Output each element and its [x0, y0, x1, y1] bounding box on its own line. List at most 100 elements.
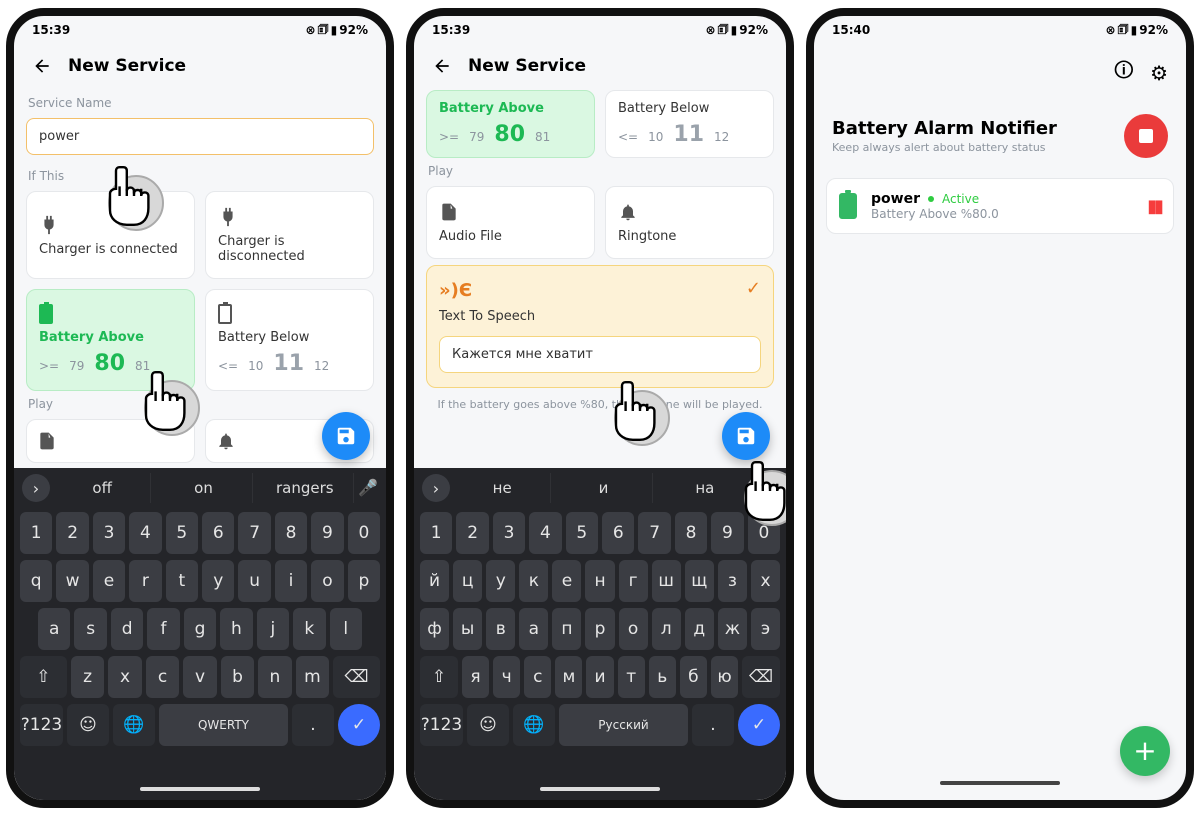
key-п[interactable]: п	[552, 608, 581, 650]
key-y[interactable]: y	[202, 560, 234, 602]
back-icon[interactable]	[432, 56, 452, 76]
key-щ[interactable]: щ	[685, 560, 714, 602]
key-ш[interactable]: ш	[652, 560, 681, 602]
tts-text-input[interactable]	[439, 336, 761, 373]
key-backspace[interactable]: ⌫	[333, 656, 380, 698]
key-period[interactable]: .	[692, 704, 734, 746]
key-у[interactable]: у	[486, 560, 515, 602]
key-1[interactable]: 1	[420, 512, 452, 554]
key-space[interactable]: QWERTY	[159, 704, 288, 746]
key-ы[interactable]: ы	[453, 608, 482, 650]
suggestion[interactable]: off	[54, 473, 151, 503]
key-space[interactable]: Русский	[559, 704, 688, 746]
suggestion[interactable]: на	[657, 473, 754, 503]
key-9[interactable]: 9	[711, 512, 743, 554]
key-backspace[interactable]: ⌫	[742, 656, 780, 698]
key-symbols[interactable]: ?123	[420, 704, 463, 746]
key-globe[interactable]: 🌐	[113, 704, 155, 746]
key-ц[interactable]: ц	[453, 560, 482, 602]
mic-icon[interactable]: 🎤	[358, 478, 378, 498]
suggestion[interactable]: не	[454, 473, 551, 503]
key-i[interactable]: i	[275, 560, 307, 602]
key-emoji[interactable]: ☺	[467, 704, 509, 746]
card-ringtone[interactable]: Ringtone	[605, 186, 774, 259]
key-ж[interactable]: ж	[718, 608, 747, 650]
key-v[interactable]: v	[183, 656, 216, 698]
key-ю[interactable]: ю	[711, 656, 738, 698]
key-8[interactable]: 8	[675, 512, 707, 554]
key-9[interactable]: 9	[311, 512, 343, 554]
key-shift[interactable]: ⇧	[20, 656, 67, 698]
key-я[interactable]: я	[462, 656, 489, 698]
key-8[interactable]: 8	[275, 512, 307, 554]
key-б[interactable]: б	[680, 656, 707, 698]
key-2[interactable]: 2	[456, 512, 488, 554]
key-ь[interactable]: ь	[649, 656, 676, 698]
key-s[interactable]: s	[74, 608, 106, 650]
key-symbols[interactable]: ?123	[20, 704, 63, 746]
key-p[interactable]: p	[348, 560, 380, 602]
nav-pill[interactable]	[140, 787, 260, 791]
suggestion[interactable]: on	[155, 473, 252, 503]
suggestion[interactable]: и	[555, 473, 652, 503]
key-з[interactable]: з	[718, 560, 747, 602]
key-д[interactable]: д	[685, 608, 714, 650]
suggestion[interactable]: rangers	[257, 473, 354, 503]
key-3[interactable]: 3	[493, 512, 525, 554]
key-3[interactable]: 3	[93, 512, 125, 554]
card-battery-below[interactable]: Battery Below <= 10 11 12	[205, 289, 374, 391]
key-е[interactable]: е	[552, 560, 581, 602]
settings-icon[interactable]: ⚙	[1150, 61, 1168, 85]
key-c[interactable]: c	[146, 656, 179, 698]
key-u[interactable]: u	[238, 560, 270, 602]
nav-pill[interactable]	[940, 781, 1060, 785]
help-icon[interactable]: 🛈	[1114, 56, 1134, 90]
save-fab[interactable]	[322, 412, 370, 460]
key-4[interactable]: 4	[129, 512, 161, 554]
key-t[interactable]: t	[166, 560, 198, 602]
key-n[interactable]: n	[258, 656, 291, 698]
key-л[interactable]: л	[652, 608, 681, 650]
key-1[interactable]: 1	[20, 512, 52, 554]
suggestion-expand-icon[interactable]: ›	[22, 474, 50, 502]
key-x[interactable]: x	[108, 656, 141, 698]
key-т[interactable]: т	[618, 656, 645, 698]
key-м[interactable]: м	[555, 656, 582, 698]
key-4[interactable]: 4	[529, 512, 561, 554]
key-7[interactable]: 7	[238, 512, 270, 554]
card-battery-below[interactable]: Battery Below <=10 11 12	[605, 90, 774, 158]
key-z[interactable]: z	[71, 656, 104, 698]
service-name-input[interactable]	[26, 118, 374, 155]
key-с[interactable]: с	[524, 656, 551, 698]
card-battery-above[interactable]: Battery Above >= 79 80 81	[26, 289, 195, 391]
key-й[interactable]: й	[420, 560, 449, 602]
card-charger-disconnected[interactable]: Charger is disconnected	[205, 191, 374, 279]
key-5[interactable]: 5	[566, 512, 598, 554]
key-d[interactable]: d	[111, 608, 143, 650]
key-l[interactable]: l	[330, 608, 362, 650]
add-fab[interactable]: +	[1120, 726, 1170, 776]
suggestion-expand-icon[interactable]: ›	[422, 474, 450, 502]
key-н[interactable]: н	[585, 560, 614, 602]
service-list-item[interactable]: power Active Battery Above %80.0 ▮▮	[826, 178, 1174, 234]
key-ч[interactable]: ч	[493, 656, 520, 698]
key-г[interactable]: г	[619, 560, 648, 602]
stop-button[interactable]	[1124, 114, 1168, 158]
key-6[interactable]: 6	[202, 512, 234, 554]
key-shift[interactable]: ⇧	[420, 656, 458, 698]
key-period[interactable]: .	[292, 704, 334, 746]
key-в[interactable]: в	[486, 608, 515, 650]
key-emoji[interactable]: ☺	[67, 704, 109, 746]
card-battery-above[interactable]: Battery Above >=79 80 81	[426, 90, 595, 158]
back-icon[interactable]	[32, 56, 52, 76]
card-charger-connected[interactable]: Charger is connected	[26, 191, 195, 279]
key-k[interactable]: k	[293, 608, 325, 650]
key-р[interactable]: р	[585, 608, 614, 650]
key-enter[interactable]: ✓	[738, 704, 780, 746]
key-7[interactable]: 7	[638, 512, 670, 554]
card-audio-file[interactable]: Audio File	[426, 186, 595, 259]
key-o[interactable]: o	[311, 560, 343, 602]
key-e[interactable]: e	[93, 560, 125, 602]
pause-button[interactable]: ▮▮	[1147, 196, 1161, 217]
key-0[interactable]: 0	[748, 512, 780, 554]
